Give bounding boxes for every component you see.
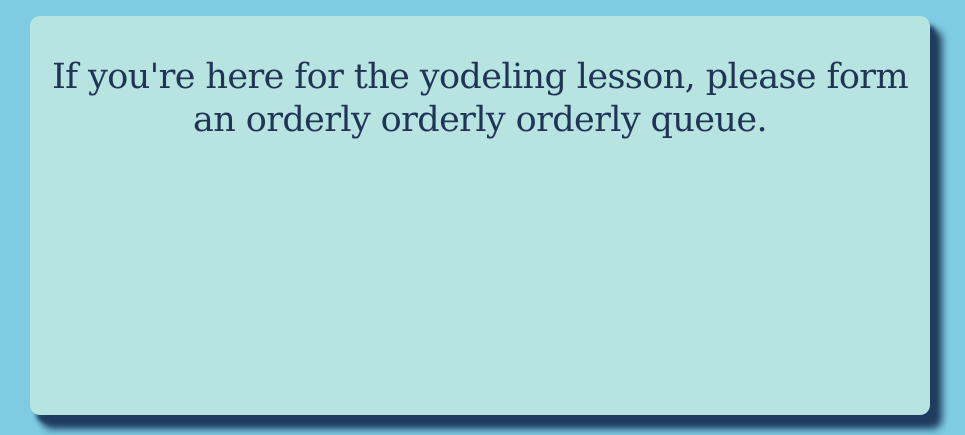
message-text: If you're here for the yodeling lesson, … (51, 57, 909, 140)
message-card: If you're here for the yodeling lesson, … (30, 16, 930, 415)
